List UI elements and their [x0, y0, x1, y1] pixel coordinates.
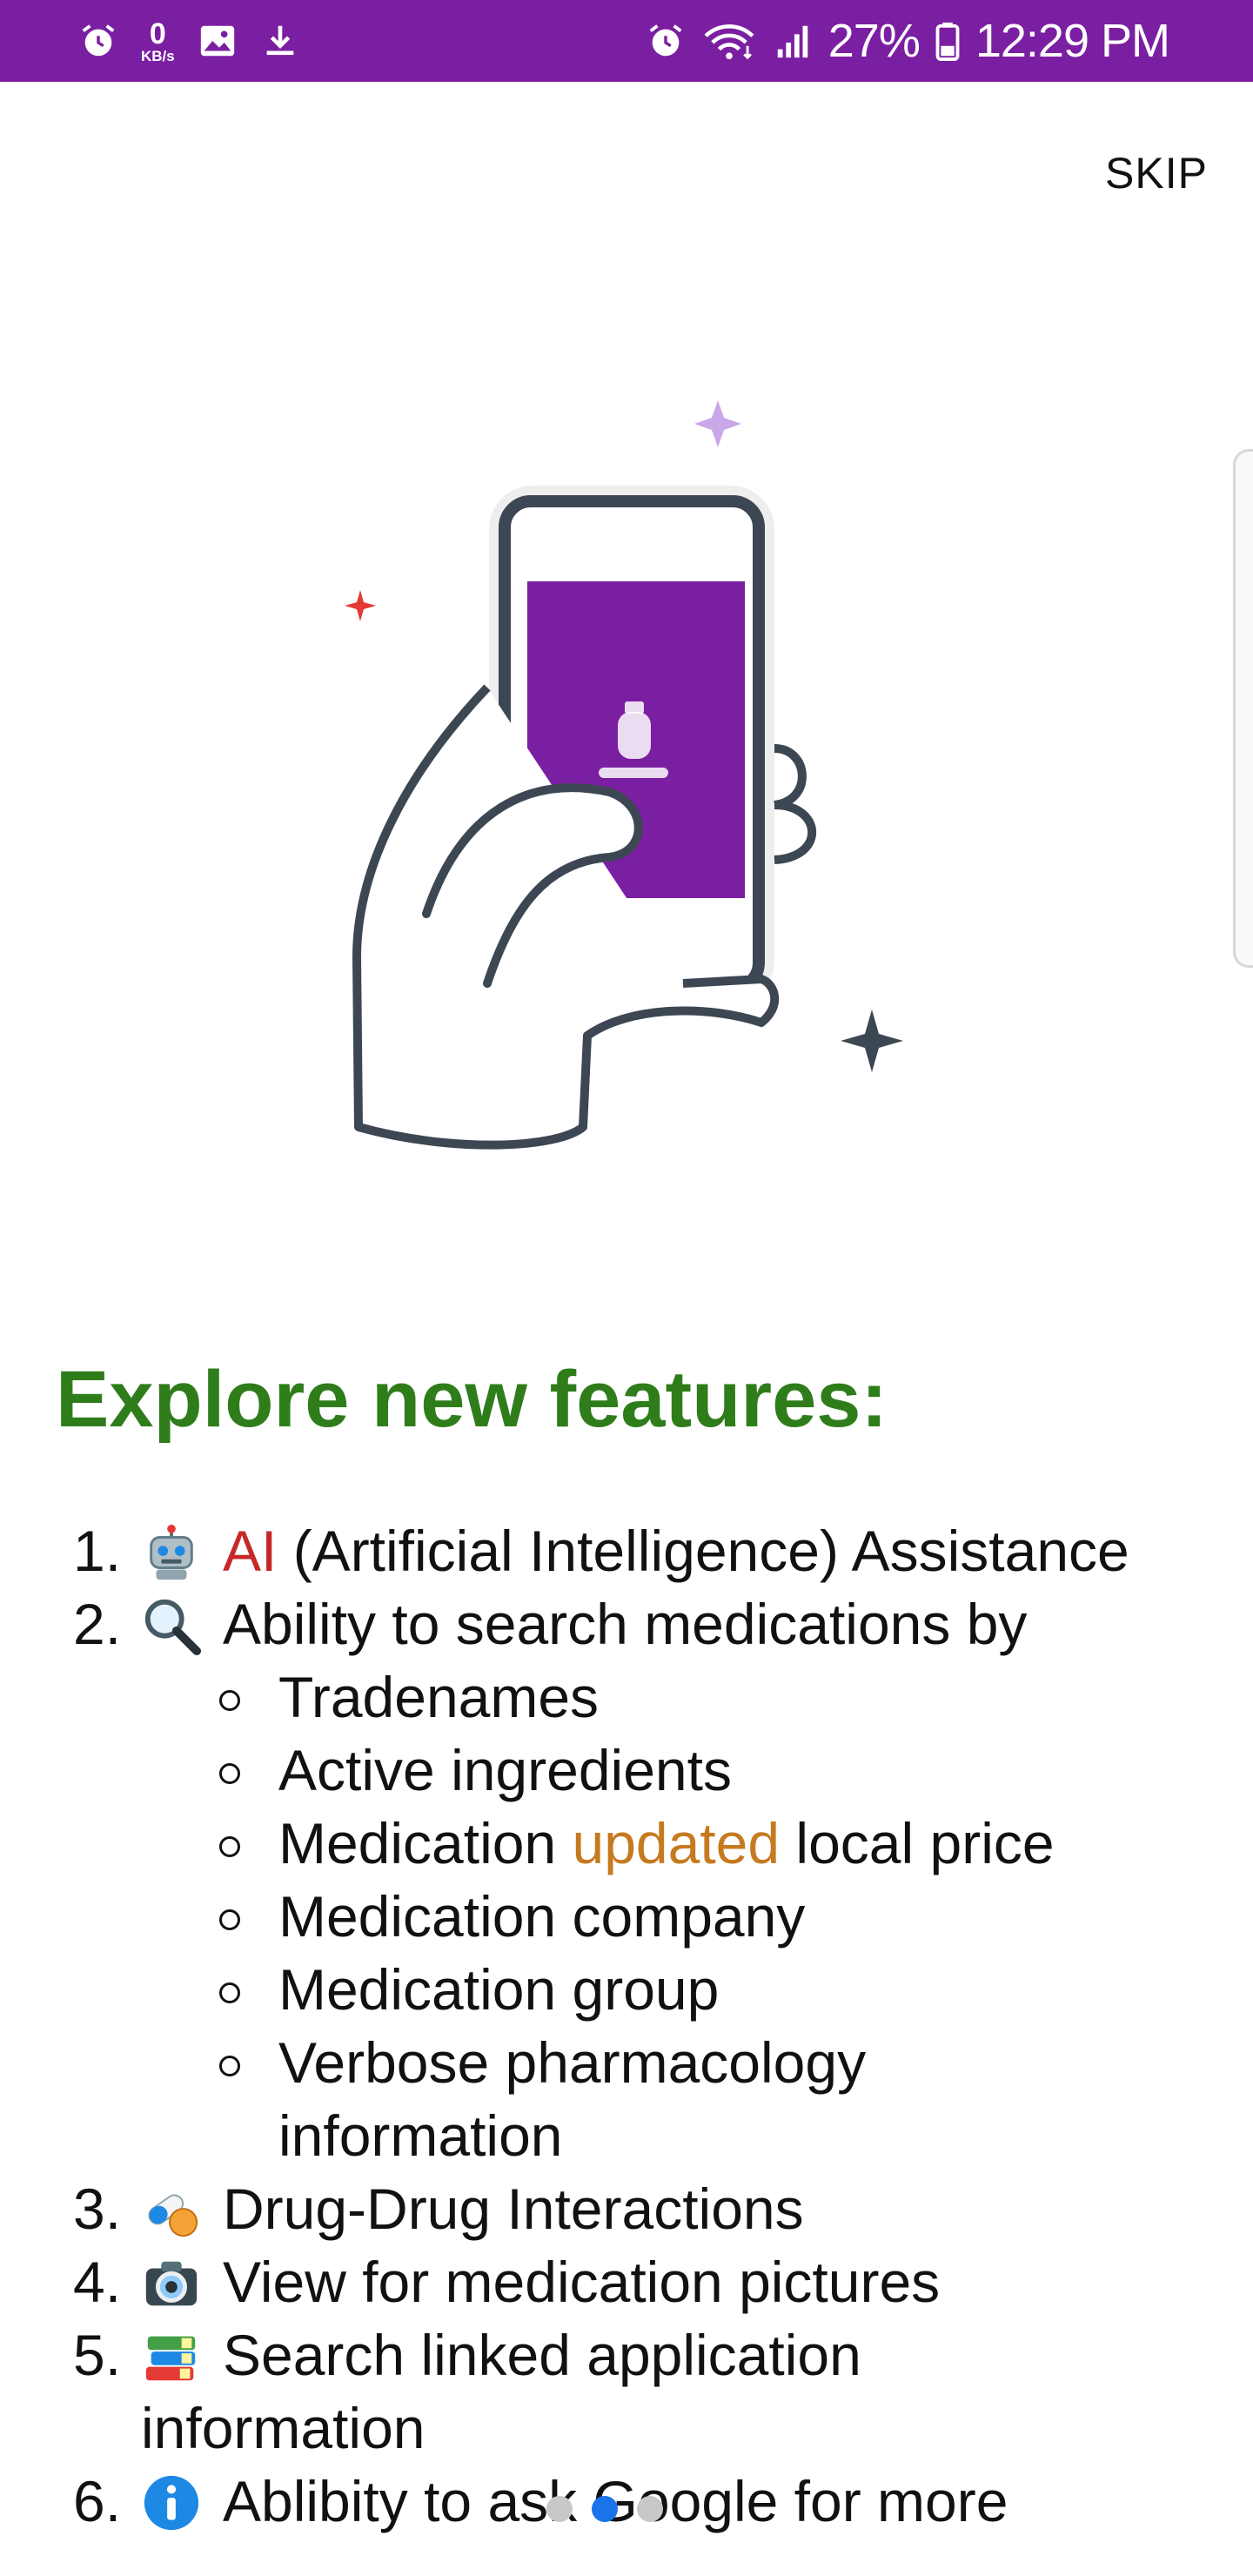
- page-dot-3[interactable]: [637, 2496, 663, 2522]
- sparkle-red-icon: [345, 590, 376, 621]
- feature-number: 3.: [73, 2177, 122, 2241]
- battery-icon: [935, 22, 960, 61]
- search-option-pharmacology-continued: information: [278, 2103, 563, 2168]
- feature-body: Ablibity to ask Google for more: [141, 2465, 1253, 2538]
- sparkle-dark-icon: [841, 1010, 903, 1072]
- info-icon: [144, 2475, 199, 2531]
- search-option-tradenames: Tradenames: [219, 1660, 1253, 1734]
- feature-number: 6.: [73, 2469, 122, 2533]
- feature-text: Drug-Drug Interactions: [223, 2177, 804, 2241]
- alarm-icon: [649, 24, 682, 57]
- pills-icon: [148, 2194, 198, 2237]
- feature-body: AI (Artificial Intelligence) Assistance: [141, 1514, 1253, 1587]
- feature-text: Ability to search medications by: [223, 1592, 1028, 1656]
- hand-holding-phone-illustration: [345, 400, 903, 1150]
- feature-item-3: 3. Drug-Drug Interactions: [0, 2172, 1253, 2245]
- features-list: 1. AI (Artificial Intelligence) Assistan…: [0, 1514, 1253, 2538]
- alarm-icon: [82, 24, 115, 57]
- feature-item-2: 2. Ability to search medications by: [0, 1587, 1253, 1660]
- feature-text: Search linked application: [223, 2323, 861, 2387]
- feature-body: Ability to search medications by: [141, 1587, 1253, 1660]
- features-headline: Explore new features:: [56, 1355, 888, 1444]
- feature-number: 5.: [73, 2323, 122, 2387]
- search-option-group: Medication group: [219, 1953, 1253, 2026]
- sparkle-lilac-icon: [694, 400, 741, 447]
- page-dot-1[interactable]: [546, 2496, 573, 2522]
- feature-body: Drug-Drug Interactions: [141, 2172, 1253, 2245]
- battery-percent: 27%: [828, 15, 921, 67]
- price-text-after: local price: [780, 1811, 1055, 1875]
- feature-number: 4.: [73, 2250, 122, 2314]
- feature-text: (Artificial Intelligence) Assistance: [277, 1519, 1129, 1583]
- feature-item-4: 4. View for medication pictures: [0, 2245, 1253, 2318]
- status-bar-left: 0 KB/s: [78, 0, 300, 82]
- image-icon: [200, 25, 234, 57]
- wifi-icon: [704, 23, 754, 60]
- feature-body: Search linked application: [141, 2318, 1253, 2392]
- search-option-company: Medication company: [219, 1880, 1253, 1953]
- status-bar-right: 27% 12:29 PM: [646, 0, 1170, 82]
- skip-button[interactable]: SKIP: [1105, 148, 1208, 198]
- price-text-before: Medication: [278, 1811, 573, 1875]
- status-time: 12:29 PM: [975, 15, 1170, 67]
- feature-body: View for medication pictures: [141, 2245, 1253, 2318]
- network-speed-indicator: 0 KB/s: [141, 19, 175, 64]
- camera-icon: [145, 2261, 198, 2306]
- books-icon: [145, 2336, 196, 2381]
- robot-icon: [150, 1524, 193, 1580]
- magnifier-icon: [144, 1599, 202, 1656]
- page-indicator: [546, 2496, 663, 2522]
- feature-item-1: 1. AI (Artificial Intelligence) Assistan…: [0, 1514, 1253, 1587]
- network-speed-unit: KB/s: [141, 47, 175, 64]
- feature-item-5-continued: information: [141, 2396, 425, 2460]
- feature-number: 1.: [73, 1519, 122, 1583]
- feature-text: View for medication pictures: [223, 2250, 941, 2314]
- feature-number: 2.: [73, 1592, 122, 1656]
- edge-panel-handle[interactable]: [1233, 449, 1253, 968]
- updated-highlight: updated: [572, 1811, 781, 1875]
- status-bar: 0 KB/s 27% 12:29 PM: [0, 0, 1253, 82]
- feature-item-5: 5. Search linked application: [0, 2318, 1253, 2392]
- signal-icon: [777, 25, 808, 58]
- search-option-active-ingredients: Active ingredients: [219, 1734, 1253, 1807]
- search-option-pharmacology: Verbose pharmacology: [219, 2026, 1253, 2099]
- network-speed-value: 0: [149, 17, 166, 50]
- ai-highlight: AI: [223, 1519, 278, 1583]
- download-icon: [266, 25, 294, 56]
- page-dot-2[interactable]: [592, 2496, 618, 2522]
- search-option-local-price: Medication updated local price: [219, 1807, 1253, 1880]
